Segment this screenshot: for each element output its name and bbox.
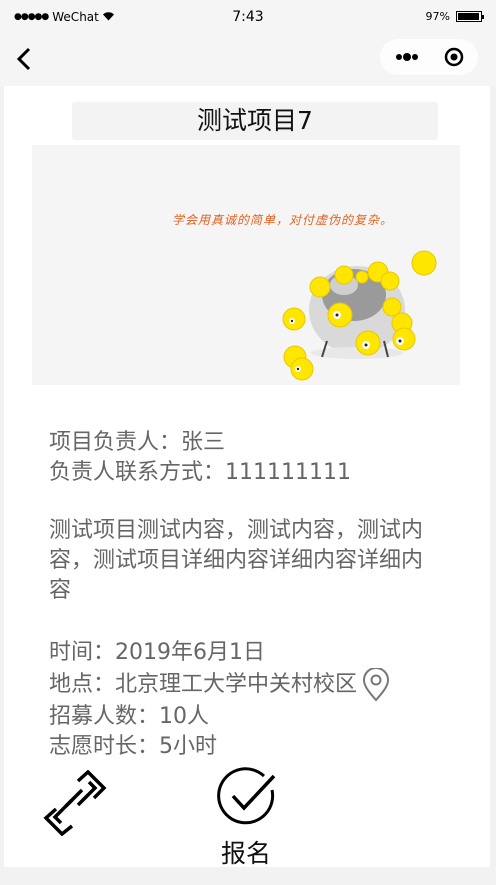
more-dots-icon (396, 53, 418, 61)
status-right: 97% (425, 10, 484, 23)
check-circle-icon[interactable] (216, 766, 278, 828)
link-icon[interactable] (42, 770, 108, 836)
signup-button[interactable]: 报名 (200, 834, 292, 870)
action-bar: 报名 (4, 762, 490, 870)
project-time: 时间：2019年6月1日 (49, 640, 265, 665)
status-time: 7:43 (232, 9, 264, 25)
project-banner-image: 学会用真诚的简单，对付虚伪的复杂。 (32, 145, 460, 385)
location-pin-icon[interactable] (361, 668, 391, 702)
back-button[interactable] (12, 44, 36, 74)
volunteer-duration: 志愿时长：5小时 (49, 734, 217, 759)
more-button[interactable] (394, 49, 420, 65)
project-leader: 项目负责人：张三 (49, 430, 226, 455)
battery-icon (456, 11, 484, 22)
status-bar: ●●●●● WeChat 7:43 97% (0, 0, 496, 36)
close-miniprogram-button[interactable] (444, 47, 464, 67)
recruit-count: 招募人数：10人 (49, 704, 209, 729)
battery-fill (458, 13, 480, 20)
leader-contact: 负责人联系方式：111111111 (49, 460, 351, 485)
battery-percent: 97% (425, 10, 450, 23)
project-details: 时间：2019年6月1日 地点：北京理工大学中关村校区 招募人数：10人 志愿时… (49, 638, 391, 762)
leader-info: 项目负责人：张三 负责人联系方式：111111111 (49, 428, 351, 488)
project-detail: 测试项目7 学会用真诚的简单，对付虚伪的复杂。 项目负责人：张三 负责人联系方式… (4, 86, 490, 870)
battery-tip (482, 15, 484, 19)
project-description: 测试项目测试内容，测试内容，测试内容，测试项目详细内容详细内容详细内容 (49, 518, 424, 603)
chevron-left-icon (16, 47, 31, 71)
target-circle-icon (444, 47, 464, 67)
banner-caption: 学会用真诚的简单，对付虚伪的复杂。 (172, 213, 394, 227)
location-row: 地点：北京理工大学中关村校区 (49, 668, 391, 702)
capsule-menu (380, 39, 478, 75)
chicks-illustration (282, 250, 437, 381)
navigation-bar (0, 36, 496, 86)
project-title: 测试项目7 (72, 102, 438, 140)
project-location: 地点：北京理工大学中关村校区 (49, 672, 358, 697)
